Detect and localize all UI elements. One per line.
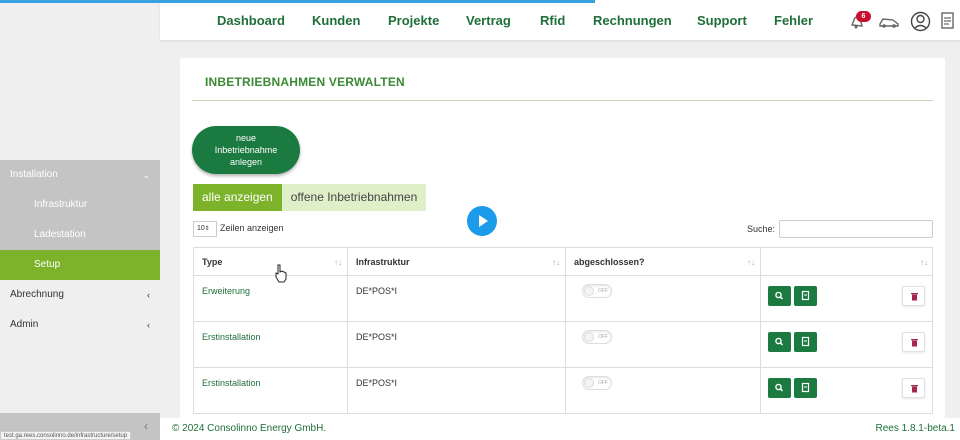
column-abgeschlossen[interactable]: abgeschlossen? ↑↓ [566, 248, 761, 277]
nav-fehler[interactable]: Fehler [774, 13, 813, 28]
search-label: Suche: [747, 224, 776, 234]
table-row: Erweiterung DE*POS*I OFF [193, 276, 933, 322]
trash-icon [911, 385, 918, 393]
delete-button[interactable] [902, 286, 925, 306]
play-icon [479, 215, 488, 227]
cell-type[interactable]: Erstinstallation [194, 322, 348, 368]
car-icon[interactable] [878, 11, 900, 31]
document-button[interactable] [794, 286, 817, 306]
title-divider [192, 100, 933, 101]
footer-version: Rees 1.8.1-beta.1 [875, 423, 956, 434]
cell-infrastruktur: DE*POS*I [348, 276, 566, 322]
sidebar: Installation ⌄ Infrastruktur Ladestation… [0, 0, 160, 440]
trash-icon [911, 293, 918, 301]
table-row: Erstinstallation DE*POS*I OFF [193, 322, 933, 368]
search-icon [775, 291, 784, 300]
sort-icon: ↑↓ [334, 258, 342, 267]
table-row: Erstinstallation DE*POS*I OFF [193, 368, 933, 414]
footer-copyright: © 2024 Consolinno Energy GmbH. [172, 423, 327, 434]
completed-toggle[interactable]: OFF [582, 330, 612, 344]
column-actions[interactable]: ↑↓ [761, 248, 933, 277]
view-button[interactable] [768, 332, 791, 352]
file-icon [801, 290, 810, 301]
delete-button[interactable] [902, 378, 925, 398]
view-button[interactable] [768, 378, 791, 398]
user-circle-icon[interactable] [910, 11, 931, 32]
nav-rechnungen[interactable]: Rechnungen [593, 13, 672, 28]
sort-icon: ↑↓ [920, 258, 928, 267]
chevron-down-icon: ⌄ [142, 170, 150, 180]
document-button[interactable] [794, 378, 817, 398]
nav-vertrag[interactable]: Vertrag [466, 13, 511, 28]
cell-abgeschlossen: OFF [566, 322, 761, 368]
video-play-button[interactable] [467, 206, 497, 236]
sidebar-item-abrechnung[interactable]: Abrechnung ‹ [0, 280, 160, 310]
sidebar-item-setup[interactable]: Setup [0, 250, 160, 280]
search-icon [775, 337, 784, 346]
nav-rfid[interactable]: Rfid [540, 13, 565, 28]
view-button[interactable] [768, 286, 791, 306]
page-load-progress [0, 0, 595, 3]
content-card: INBETRIEBNAHMEN VERWALTEN neue Inbetrieb… [180, 58, 945, 418]
completed-toggle[interactable]: OFF [582, 284, 612, 298]
document-icon[interactable] [940, 11, 956, 31]
sidebar-item-label: Infrastruktur [34, 199, 88, 210]
trash-icon [911, 339, 918, 347]
cell-infrastruktur: DE*POS*I [348, 322, 566, 368]
file-icon [801, 382, 810, 393]
new-commissioning-button[interactable]: neue Inbetriebnahme anlegen [192, 126, 300, 174]
sidebar-item-label: Setup [34, 259, 61, 270]
sidebar-item-label: Abrechnung [10, 289, 64, 300]
cell-abgeschlossen: OFF [566, 368, 761, 414]
nav-projekte[interactable]: Projekte [388, 13, 439, 28]
notification-badge: 6 [856, 11, 871, 22]
sort-icon: ↑↓ [552, 258, 560, 267]
sort-icon: ↑↓ [747, 258, 755, 267]
page-length-label: Zeilen anzeigen [220, 223, 284, 233]
sidebar-item-ladestation[interactable]: Ladestation [0, 220, 160, 250]
hand-cursor-icon [275, 264, 287, 283]
page-length-select[interactable]: 10⇕ [193, 221, 217, 237]
completed-toggle[interactable]: OFF [582, 376, 612, 390]
chevron-left-icon: ‹ [144, 419, 148, 433]
sidebar-item-label: Ladestation [34, 229, 86, 240]
cell-abgeschlossen: OFF [566, 276, 761, 322]
delete-button[interactable] [902, 332, 925, 352]
table-header: Type ↑↓ Infrastruktur ↑↓ abgeschlossen? ↑↓ … [193, 247, 933, 277]
column-infrastruktur[interactable]: Infrastruktur ↑↓ [348, 248, 566, 277]
search-icon [775, 383, 784, 392]
cell-type[interactable]: Erstinstallation [194, 368, 348, 414]
sidebar-item-infrastruktur[interactable]: Infrastruktur [0, 190, 160, 220]
document-button[interactable] [794, 332, 817, 352]
top-navigation: Dashboard Kunden Projekte Vertrag Rfid R… [160, 0, 960, 40]
cell-actions [761, 276, 934, 322]
nav-kunden[interactable]: Kunden [312, 13, 360, 28]
cell-type[interactable]: Erweiterung [194, 276, 348, 322]
search-input[interactable] [779, 220, 933, 238]
cell-infrastruktur: DE*POS*I [348, 368, 566, 414]
filter-open-button[interactable]: offene Inbetriebnahmen [281, 184, 427, 211]
sidebar-item-admin[interactable]: Admin ‹ [0, 310, 160, 340]
sidebar-item-label: Admin [10, 319, 39, 330]
column-type[interactable]: Type ↑↓ [194, 248, 348, 277]
cell-actions [761, 322, 934, 368]
page-title: INBETRIEBNAHMEN VERWALTEN [205, 75, 405, 89]
footer: © 2024 Consolinno Energy GmbH. Rees 1.8.… [160, 418, 960, 440]
chevron-left-icon: ‹ [147, 320, 150, 330]
filter-tabs: alle anzeigen offene Inbetriebnahmen [193, 184, 427, 211]
file-icon [801, 336, 810, 347]
nav-dashboard[interactable]: Dashboard [217, 13, 285, 28]
sidebar-item-installation[interactable]: Installation ⌄ [0, 160, 160, 190]
sidebar-item-label: Installation [10, 169, 58, 180]
cell-actions [761, 368, 934, 414]
filter-all-button[interactable]: alle anzeigen [193, 184, 282, 211]
nav-support[interactable]: Support [697, 13, 747, 28]
status-url-hint: test.ga.rees.consolinno.de/infrastructur… [0, 431, 132, 440]
chevron-left-icon: ‹ [147, 290, 150, 300]
